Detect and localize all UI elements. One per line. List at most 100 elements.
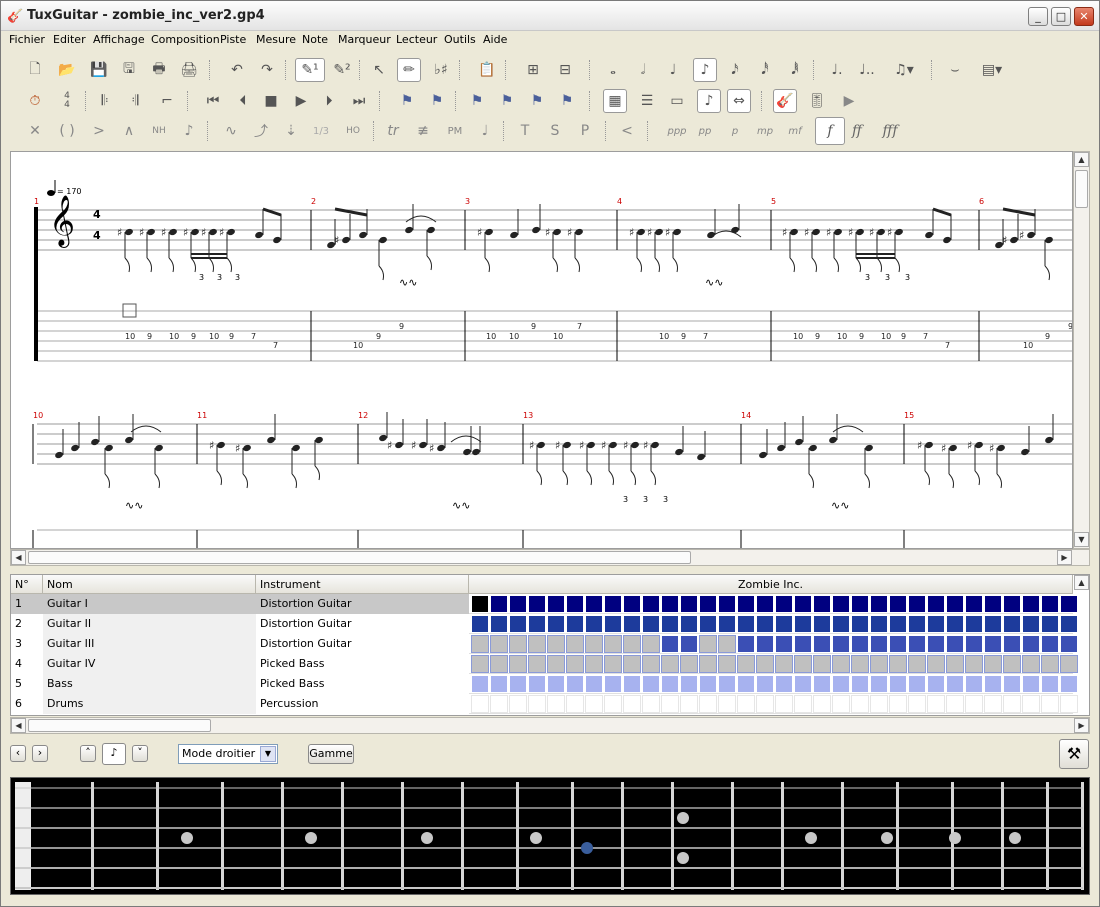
note-head[interactable] bbox=[1044, 236, 1054, 244]
menu-fichier[interactable]: Fichier bbox=[9, 33, 45, 46]
note-head[interactable] bbox=[574, 228, 584, 236]
measure-cell[interactable] bbox=[775, 615, 793, 633]
measure-cell[interactable] bbox=[680, 675, 698, 693]
measure-cell[interactable] bbox=[813, 655, 831, 673]
quarter-note-icon[interactable]: ♩ bbox=[661, 58, 685, 82]
dynamic-ppp[interactable]: ppp bbox=[663, 119, 691, 143]
measure-cell[interactable] bbox=[623, 595, 641, 613]
maximize-button[interactable]: □ bbox=[1051, 7, 1071, 26]
measure-cell[interactable] bbox=[756, 595, 774, 613]
measure-cell[interactable] bbox=[547, 595, 565, 613]
note-head[interactable] bbox=[1044, 436, 1054, 444]
close-button[interactable]: ✕ bbox=[1074, 7, 1094, 26]
measure-cell[interactable] bbox=[1041, 595, 1059, 613]
measure-cell[interactable] bbox=[623, 675, 641, 693]
repeat-close-icon[interactable]: 𝄇 bbox=[123, 89, 147, 113]
menu-aide[interactable]: Aide bbox=[483, 33, 507, 46]
alternative-ending-icon[interactable]: ⌐ bbox=[155, 89, 179, 113]
next-button[interactable]: › bbox=[32, 745, 48, 762]
measure-cell[interactable] bbox=[642, 675, 660, 693]
measure-cell[interactable] bbox=[471, 695, 489, 713]
measure-cell[interactable] bbox=[851, 635, 869, 653]
measure-cell[interactable] bbox=[889, 595, 907, 613]
measure-cell[interactable] bbox=[699, 655, 717, 673]
dynamic-f[interactable]: f bbox=[815, 117, 845, 145]
measure-cell[interactable] bbox=[547, 615, 565, 633]
score-view-icon[interactable]: ▦ bbox=[603, 89, 627, 113]
minimize-button[interactable]: _ bbox=[1028, 7, 1048, 26]
measure-cell[interactable] bbox=[927, 595, 945, 613]
measure-cell[interactable] bbox=[851, 695, 869, 713]
measure-cell[interactable] bbox=[889, 675, 907, 693]
track-scroll-up-button[interactable]: ▲ bbox=[1074, 575, 1089, 590]
measure-cell[interactable] bbox=[509, 635, 527, 653]
measure-cell[interactable] bbox=[490, 695, 508, 713]
note-head[interactable] bbox=[54, 451, 64, 459]
header-instrument[interactable]: Instrument bbox=[256, 575, 469, 594]
note-head[interactable] bbox=[811, 228, 821, 236]
measure-cell[interactable] bbox=[547, 695, 565, 713]
track-instrument[interactable]: Picked Bass bbox=[256, 674, 469, 694]
note-head[interactable] bbox=[974, 441, 984, 449]
note-head[interactable] bbox=[124, 436, 134, 444]
measure-cell[interactable] bbox=[642, 655, 660, 673]
menu-piste[interactable]: Piste bbox=[220, 33, 246, 46]
measure-cell[interactable] bbox=[737, 695, 755, 713]
score-editor[interactable]: = 170 𝄞 4 4 123456 10 11 12 13 14 15 ♯ ♯ ♯ ♯ ♯ ♯ ♯ ♯… bbox=[10, 151, 1073, 549]
mirror-view-icon[interactable]: ⇔ bbox=[727, 89, 751, 113]
save-as-icon[interactable]: 🖫 bbox=[117, 58, 141, 82]
note-head[interactable] bbox=[208, 228, 218, 236]
measure-cell[interactable] bbox=[984, 655, 1002, 673]
measure-cell[interactable] bbox=[946, 635, 964, 653]
measure-cell[interactable] bbox=[984, 615, 1002, 633]
measure-cell[interactable] bbox=[566, 595, 584, 613]
metronome-icon[interactable]: ⏱ bbox=[23, 89, 47, 113]
measure-cell[interactable] bbox=[1060, 635, 1078, 653]
track-horizontal-scrollbar[interactable]: ◀ ▶ bbox=[10, 717, 1090, 734]
measure-cell[interactable] bbox=[737, 675, 755, 693]
chord-icon[interactable]: ▤▾ bbox=[975, 58, 1009, 82]
measure-cell[interactable] bbox=[851, 615, 869, 633]
slapping-icon[interactable]: S bbox=[543, 119, 567, 143]
note-head[interactable] bbox=[876, 228, 886, 236]
note-head[interactable] bbox=[378, 236, 388, 244]
note-head[interactable] bbox=[828, 436, 838, 444]
measure-cell[interactable] bbox=[1003, 655, 1021, 673]
track-instrument[interactable]: Picked Bass bbox=[256, 654, 469, 674]
measure-cell[interactable] bbox=[699, 675, 717, 693]
measure-cell[interactable] bbox=[832, 675, 850, 693]
print-preview-icon[interactable]: 🖨 bbox=[177, 58, 201, 82]
measure-cell[interactable] bbox=[642, 615, 660, 633]
open-file-icon[interactable]: 📂 bbox=[55, 58, 79, 82]
eighth-note-icon[interactable]: ♪ bbox=[693, 58, 717, 82]
note-head[interactable] bbox=[226, 228, 236, 236]
measure-cell[interactable] bbox=[775, 675, 793, 693]
measure-cell[interactable] bbox=[585, 655, 603, 673]
scale-button[interactable]: Gamme bbox=[308, 744, 354, 764]
measure-cell[interactable] bbox=[927, 615, 945, 633]
note-head[interactable] bbox=[104, 444, 114, 452]
note-head[interactable] bbox=[404, 226, 414, 234]
thirty-second-note-icon[interactable]: 𝅘𝅥𝅰 bbox=[753, 58, 777, 82]
ghost-note-icon[interactable]: ( ) bbox=[55, 119, 79, 143]
note-head[interactable] bbox=[242, 444, 252, 452]
track-row[interactable]: 2 Guitar II Distortion Guitar bbox=[11, 614, 1078, 634]
note-head[interactable] bbox=[90, 438, 100, 446]
note-head[interactable] bbox=[462, 448, 472, 456]
measure-cell[interactable] bbox=[528, 695, 546, 713]
measure-cell[interactable] bbox=[528, 635, 546, 653]
track-instrument[interactable]: Distortion Guitar bbox=[256, 594, 469, 614]
measure-cell[interactable] bbox=[1060, 695, 1078, 713]
measure-cell[interactable] bbox=[490, 615, 508, 633]
palm-mute-icon[interactable]: PM bbox=[443, 119, 467, 143]
popping-icon[interactable]: P bbox=[573, 119, 597, 143]
measure-cell[interactable] bbox=[927, 695, 945, 713]
marker-2-icon[interactable]: ⚑ bbox=[425, 89, 449, 113]
tab-fret-number[interactable]: 10 bbox=[837, 332, 847, 341]
pencil-tool-icon[interactable]: ✏ bbox=[397, 58, 421, 82]
measure-cell[interactable] bbox=[1022, 695, 1040, 713]
measure-cell[interactable] bbox=[471, 595, 489, 613]
track-name[interactable]: Guitar I bbox=[43, 594, 256, 614]
clipboard-icon[interactable]: 📋 bbox=[475, 58, 499, 82]
measure-cell[interactable] bbox=[737, 635, 755, 653]
